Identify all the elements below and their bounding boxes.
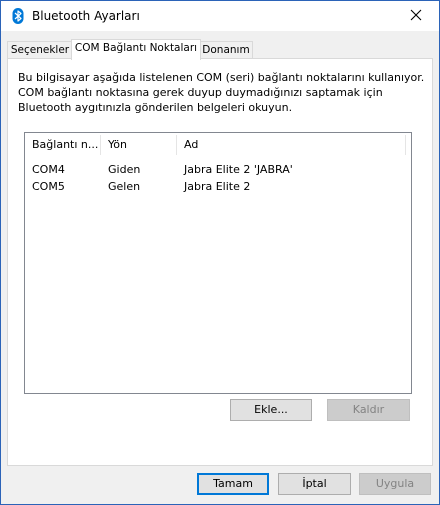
column-header-direction[interactable]: Yön	[101, 133, 176, 157]
close-icon	[410, 9, 422, 24]
list-header: Bağlantı n... Yön Ad	[25, 133, 411, 157]
window-title: Bluetooth Ayarları	[32, 9, 140, 23]
list-item[interactable]: COM4 Giden Jabra Elite 2 'JABRA'	[25, 161, 411, 178]
description-text: Bu bilgisayar aşağıda listelenen COM (se…	[18, 70, 425, 115]
bluetooth-icon	[10, 8, 26, 24]
remove-button[interactable]: Kaldır	[327, 399, 410, 421]
com-port-list[interactable]: Bağlantı n... Yön Ad COM4 Giden Jabra El…	[24, 132, 412, 394]
ok-button[interactable]: Tamam	[197, 473, 269, 495]
title-bar[interactable]: Bluetooth Ayarları	[1, 1, 439, 31]
description-line: COM bağlantı noktasına gerek duyup duyma…	[18, 86, 383, 99]
column-header-port[interactable]: Bağlantı n...	[25, 133, 100, 157]
cancel-button[interactable]: İptal	[278, 473, 351, 495]
name-cell: Jabra Elite 2 'JABRA'	[184, 163, 293, 176]
column-header-name[interactable]: Ad	[177, 133, 405, 157]
description-line: Bluetooth aygıtınızla gönderilen belgele…	[18, 101, 293, 114]
tab-com-ports[interactable]: COM Bağlantı Noktaları	[71, 39, 201, 60]
add-button[interactable]: Ekle...	[230, 399, 312, 421]
port-cell: COM4	[32, 163, 65, 176]
close-button[interactable]	[393, 1, 439, 31]
tab-options[interactable]: Seçenekler	[7, 41, 73, 59]
column-separator[interactable]	[405, 135, 406, 155]
tab-hardware[interactable]: Donanım	[199, 41, 253, 59]
apply-button[interactable]: Uygula	[359, 473, 431, 495]
name-cell: Jabra Elite 2	[184, 180, 251, 193]
bluetooth-settings-window: Bluetooth Ayarları Seçenekler COM Bağlan…	[0, 0, 440, 505]
port-cell: COM5	[32, 180, 65, 193]
description-line: Bu bilgisayar aşağıda listelenen COM (se…	[18, 71, 425, 84]
list-item[interactable]: COM5 Gelen Jabra Elite 2	[25, 178, 411, 195]
direction-cell: Giden	[108, 163, 141, 176]
direction-cell: Gelen	[108, 180, 141, 193]
